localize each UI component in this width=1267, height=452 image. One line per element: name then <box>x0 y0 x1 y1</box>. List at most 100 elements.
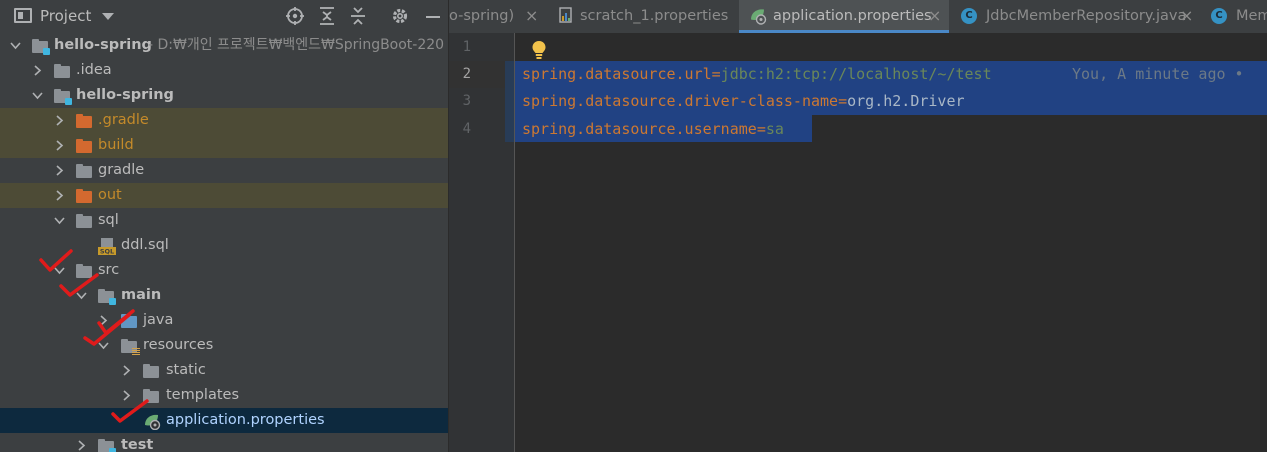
tree-item-out[interactable]: out <box>0 183 448 208</box>
editor-tab-bar: o-spring) × scratch_1.properties applica… <box>449 0 1267 33</box>
chevron-down-icon[interactable] <box>32 90 43 101</box>
intention-bulb-icon[interactable] <box>531 40 547 60</box>
excluded-folder-icon <box>76 189 92 203</box>
close-icon[interactable]: × <box>1180 7 1193 24</box>
tree-item-application-properties[interactable]: application.properties <box>0 408 448 433</box>
tree-item-label: out <box>98 187 122 203</box>
property-key: spring.datasource.url <box>522 65 712 83</box>
chevron-down-icon[interactable] <box>10 40 21 51</box>
project-tool-window: Project hello-spring - D:₩개인 프로젝트₩백엔드₩Sp… <box>0 0 448 452</box>
svg-text:SQL: SQL <box>100 248 114 256</box>
line-number: 3 <box>462 93 471 109</box>
line-number: 1 <box>462 39 471 55</box>
tree-item-label: java <box>143 312 174 328</box>
editor-tab-member[interactable]: C Mem <box>1199 0 1267 33</box>
module-folder-icon <box>98 439 116 452</box>
close-icon[interactable]: × <box>525 7 538 24</box>
gear-icon[interactable] <box>390 6 410 26</box>
line-number: 4 <box>462 121 471 137</box>
property-key: spring.datasource.driver-class-name <box>522 92 839 110</box>
tree-item-label: .idea <box>76 62 112 78</box>
tree-item-templates[interactable]: templates <box>0 383 448 408</box>
collapse-all-icon[interactable] <box>348 6 368 26</box>
view-selector-dropdown-icon[interactable] <box>102 13 114 20</box>
tree-item-label: hello-spring <box>76 87 174 103</box>
sql-file-icon: SQL <box>98 238 116 255</box>
minimize-icon[interactable] <box>423 6 443 26</box>
project-panel-title[interactable]: Project <box>40 7 91 25</box>
tab-label: o-spring) <box>449 8 515 24</box>
chevron-right-icon[interactable] <box>76 440 87 451</box>
tree-item-label: templates <box>166 387 240 403</box>
chevron-right-icon[interactable] <box>54 115 65 126</box>
chevron-right-icon[interactable] <box>121 365 132 376</box>
tree-item-label: ddl.sql <box>121 237 169 253</box>
selection-gutter-marker <box>505 61 514 142</box>
tree-item-sql[interactable]: sql <box>0 208 448 233</box>
tree-item-static[interactable]: static <box>0 358 448 383</box>
annotation-check-mark <box>111 399 149 423</box>
git-blame-annotation: You, A minute ago • <box>1072 65 1244 83</box>
editor-tab-hello-spring[interactable]: o-spring) × <box>449 0 549 33</box>
excluded-folder-icon <box>76 114 92 128</box>
editor-tab-scratch[interactable]: scratch_1.properties <box>549 0 739 33</box>
module-folder-icon <box>54 89 72 105</box>
tab-label: Mem <box>1236 8 1267 24</box>
close-icon[interactable]: × <box>928 7 941 24</box>
annotation-check-mark <box>59 273 99 297</box>
select-opened-file-icon[interactable] <box>285 6 305 26</box>
property-value: sa <box>765 120 784 138</box>
spring-properties-file-icon <box>751 9 767 25</box>
tree-item-label: build <box>98 137 134 153</box>
editor-tab-application-properties[interactable]: application.properties × <box>739 0 949 33</box>
property-value: jdbc:h2:tcp://localhost/~/test <box>720 65 992 83</box>
tree-item-idea[interactable]: .idea <box>0 58 448 83</box>
line-number: 2 <box>462 66 471 82</box>
tree-item-hello-spring-module[interactable]: hello-spring <box>0 83 448 108</box>
chevron-down-icon[interactable] <box>54 215 65 226</box>
tree-item-label: hello-spring <box>54 37 152 53</box>
tree-item-java[interactable]: java <box>0 308 448 333</box>
code-line-3[interactable]: spring.datasource.driver-class-name=org.… <box>522 92 965 111</box>
tree-item-gradle-cache[interactable]: .gradle <box>0 108 448 133</box>
property-separator: = <box>711 65 721 83</box>
project-view-icon <box>14 8 32 23</box>
tree-item-label: gradle <box>98 162 145 178</box>
module-folder-icon <box>32 39 50 55</box>
scratch-file-icon <box>559 7 572 23</box>
tab-label: scratch_1.properties <box>580 8 729 24</box>
tree-item-label: resources <box>143 337 214 353</box>
chevron-right-icon[interactable] <box>54 140 65 151</box>
chevron-right-icon[interactable] <box>32 65 43 76</box>
tree-item-test[interactable]: test <box>0 433 448 452</box>
expand-all-icon[interactable] <box>317 6 337 26</box>
module-folder-icon <box>98 289 116 305</box>
tree-item-gradle[interactable]: gradle <box>0 158 448 183</box>
tree-item-label: .gradle <box>98 112 149 128</box>
chevron-right-icon[interactable] <box>54 165 65 176</box>
tree-item-resources[interactable]: resources <box>0 333 448 358</box>
tree-item-label: main <box>121 287 162 303</box>
tree-item-label: application.properties <box>166 412 325 428</box>
code-line-2[interactable]: spring.datasource.url=jdbc:h2:tcp://loca… <box>522 65 992 84</box>
property-separator: = <box>756 120 766 138</box>
tree-item-label: src <box>98 262 120 278</box>
java-class-icon: C <box>961 8 977 24</box>
code-line-4[interactable]: spring.datasource.username=sa <box>522 120 784 139</box>
property-value: org.h2.Driver <box>847 92 965 110</box>
tree-item-label: sql <box>98 212 119 228</box>
folder-icon <box>76 214 92 228</box>
folder-icon <box>76 164 92 178</box>
property-separator: = <box>838 92 848 110</box>
tree-item-label: test <box>121 437 154 452</box>
tree-item-project-root[interactable]: hello-spring - D:₩개인 프로젝트₩백엔드₩SpringBoot… <box>0 33 448 58</box>
java-class-icon: C <box>1211 8 1227 24</box>
tree-item-build[interactable]: build <box>0 133 448 158</box>
project-path-hint: - D:₩개인 프로젝트₩백엔드₩SpringBoot-220 <box>148 37 445 53</box>
tab-label: JdbcMemberRepository.java <box>986 8 1187 24</box>
chevron-right-icon[interactable] <box>54 190 65 201</box>
annotation-check-mark <box>83 313 131 346</box>
editor-tab-jdbc-member-repository[interactable]: C JdbcMemberRepository.java × <box>949 0 1199 33</box>
annotation-check-mark <box>39 249 73 272</box>
project-panel-header: Project <box>0 0 448 32</box>
